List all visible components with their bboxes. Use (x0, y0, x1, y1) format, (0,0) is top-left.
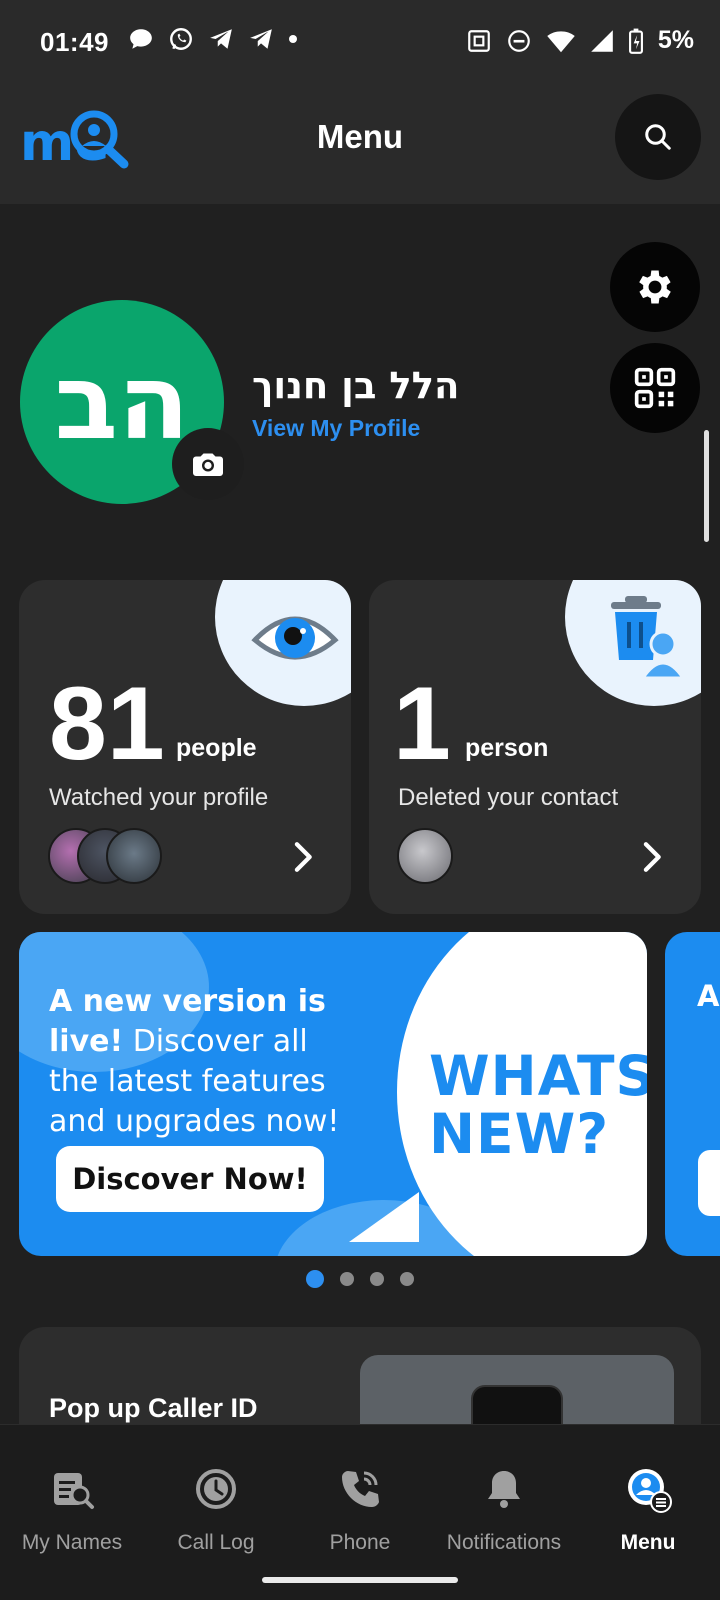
qr-code-icon (634, 367, 676, 409)
nav-label: Call Log (177, 1531, 255, 1554)
banner-headline: WHATS NEW? (429, 1047, 647, 1166)
home-indicator[interactable] (262, 1577, 458, 1583)
status-time: 01:49 (40, 27, 109, 57)
bottom-navigation: My Names Call Log Phone Notifications Me… (0, 1424, 720, 1600)
camera-icon (193, 453, 223, 476)
battery-charging-icon (628, 28, 643, 54)
nav-notifications[interactable]: Notifications (432, 1465, 576, 1555)
next-banner-button[interactable] (698, 1150, 720, 1216)
search-icon (645, 124, 671, 150)
banner-text: A new version is live! Discover all the … (49, 982, 349, 1142)
nav-phone[interactable]: Phone (288, 1465, 432, 1555)
profile-name: הלל בן חנוך (252, 364, 460, 407)
call-log-icon (196, 1469, 236, 1509)
whatsapp-icon (170, 28, 192, 50)
carousel-dot[interactable] (340, 1272, 354, 1286)
carousel-dot[interactable] (370, 1272, 384, 1286)
telegram-icon (210, 29, 232, 49)
signal-icon (591, 29, 613, 52)
carousel-indicator (0, 1270, 720, 1288)
next-banner[interactable]: Al up fe ap Te (665, 932, 720, 1256)
speech-bubble-tail (349, 1192, 419, 1242)
nav-label: Notifications (446, 1531, 562, 1554)
nav-call-log[interactable]: Call Log (144, 1465, 288, 1555)
nfc-icon (468, 29, 490, 52)
next-banner-text: Al up fe ap Te (697, 979, 720, 1013)
avatar (106, 828, 162, 884)
search-button[interactable] (615, 94, 701, 180)
trash-person-icon (611, 596, 686, 680)
chevron-right-icon[interactable] (638, 840, 668, 874)
eye-icon (251, 616, 339, 660)
watchers-caption: Watched your profile (49, 784, 269, 811)
popup-preview-image (360, 1355, 674, 1427)
qr-code-button[interactable] (610, 343, 700, 433)
battery-level: 5% (657, 26, 694, 54)
change-photo-button[interactable] (172, 428, 244, 500)
nav-my-names[interactable]: My Names (0, 1465, 144, 1555)
deleted-unit: person (465, 734, 549, 762)
watchers-unit: people (176, 734, 257, 762)
notification-icons (128, 26, 298, 52)
page-title: Menu (316, 118, 404, 155)
my-names-icon (54, 1473, 94, 1509)
deleted-caption: Deleted your contact (398, 784, 619, 811)
deleted-count: 1 (393, 666, 451, 782)
watchers-count: 81 (49, 666, 165, 782)
menu-icon (628, 1469, 672, 1513)
dot-icon (289, 35, 297, 43)
carousel-dot[interactable] (400, 1272, 414, 1286)
whats-new-banner[interactable]: WHATS NEW? A new version is live! Discov… (19, 932, 647, 1256)
nav-label: My Names (21, 1531, 123, 1554)
nav-label: Phone (329, 1531, 391, 1554)
do-not-disturb-icon (508, 29, 530, 52)
avatar (397, 828, 453, 884)
popup-caller-id-card[interactable]: Pop up Caller ID (19, 1327, 701, 1427)
nav-label: Menu (620, 1531, 676, 1554)
system-icons: 5% (466, 26, 694, 55)
bell-icon (488, 1471, 520, 1508)
banner-headline-line2: NEW? (429, 1101, 610, 1166)
gear-icon (639, 270, 671, 304)
settings-button[interactable] (610, 242, 700, 332)
carousel-dot[interactable] (306, 1270, 324, 1288)
view-profile-link[interactable]: View My Profile (252, 415, 420, 442)
wifi-icon (547, 30, 575, 52)
popup-caller-id-label: Pop up Caller ID (49, 1393, 258, 1423)
telegram-icon (250, 29, 272, 49)
chat-bubble-icon (130, 29, 152, 49)
nav-menu[interactable]: Menu (576, 1465, 720, 1555)
chevron-right-icon[interactable] (289, 840, 319, 874)
scrollbar[interactable] (704, 430, 709, 542)
discover-now-button[interactable]: Discover Now! (56, 1146, 324, 1212)
phone-icon (342, 1471, 379, 1507)
app-header: me Menu (0, 82, 720, 204)
status-bar: 01:49 5% (0, 0, 720, 82)
banner-headline-line1: WHATS (429, 1044, 647, 1108)
phone-illustration (471, 1385, 563, 1427)
